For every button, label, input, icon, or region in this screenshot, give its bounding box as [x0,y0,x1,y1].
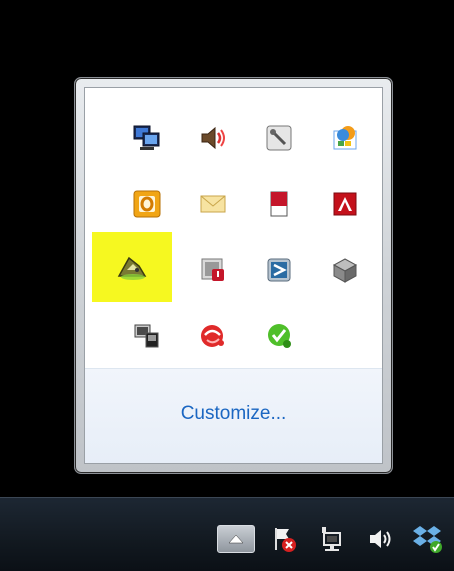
dropbox-icon[interactable] [410,524,446,554]
wrench-tool-icon[interactable] [247,106,311,170]
outlook-icon[interactable] [115,172,179,236]
windows-update-icon[interactable] [313,106,377,170]
customize-footer: Customize... [85,368,382,463]
customize-link[interactable]: Customize... [181,403,287,425]
network-icon[interactable] [315,524,349,554]
red-flag-sheet-icon[interactable] [247,172,311,236]
chevron-up-icon [228,534,244,544]
show-hidden-icons-button[interactable] [217,525,255,553]
green-check-bubble-icon[interactable] [247,304,311,368]
speaker-volume-icon[interactable] [181,106,245,170]
monitor-network-icon[interactable] [115,106,179,170]
shield-alert-icon[interactable] [181,238,245,302]
adobe-icon[interactable] [313,172,377,236]
red-circle-app-icon[interactable] [181,304,245,368]
computer-devices-icon[interactable] [115,304,179,368]
icon-grid [85,88,382,371]
yellow-bell-app-icon[interactable] [92,232,172,302]
gray-cube-icon[interactable] [313,238,377,302]
envelope-mail-icon[interactable] [181,172,245,236]
blue-arrow-app-icon[interactable] [247,238,311,302]
volume-icon[interactable] [365,524,395,554]
notification-overflow-flyout: Customize... [74,77,393,474]
action-center-flag-icon[interactable] [269,524,299,554]
flyout-panel: Customize... [84,87,383,464]
